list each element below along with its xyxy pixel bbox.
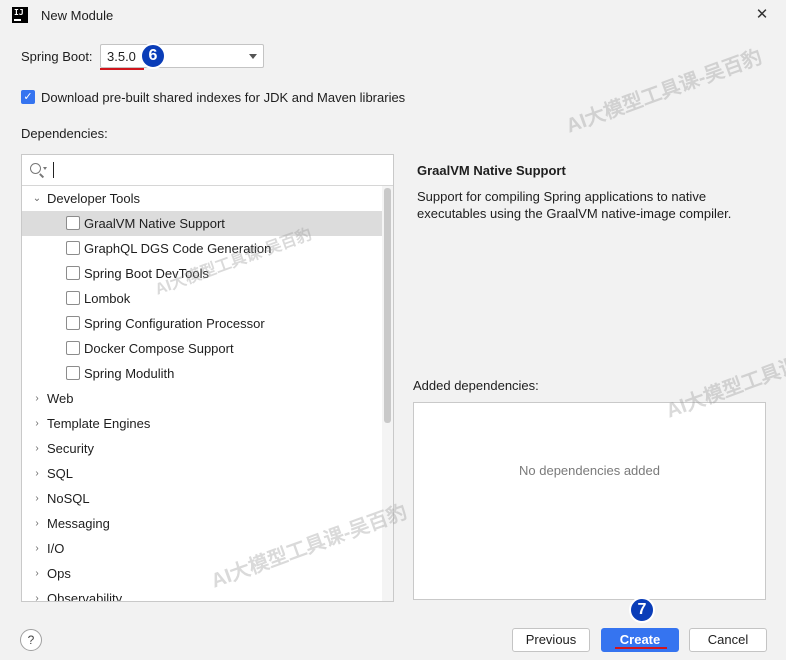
chevron-down-icon <box>249 54 257 59</box>
dependency-checkbox[interactable] <box>66 216 80 230</box>
tree-category-observability[interactable]: › Observability <box>22 586 382 602</box>
category-label: SQL <box>47 466 74 481</box>
tree-category-security[interactable]: › Security <box>22 436 382 461</box>
category-label: Messaging <box>47 516 110 531</box>
help-button[interactable]: ? <box>20 629 42 651</box>
annotation-badge-6: 6 <box>140 43 166 69</box>
dependency-checkbox[interactable] <box>66 341 80 355</box>
category-label: I/O <box>47 541 65 556</box>
chevron-right-icon[interactable]: › <box>32 536 42 561</box>
chevron-right-icon[interactable]: › <box>32 561 42 586</box>
chevron-right-icon[interactable]: › <box>32 386 42 411</box>
previous-button[interactable]: Previous <box>512 628 590 652</box>
tree-item-graalvm-native-support[interactable]: GraalVM Native Support <box>22 211 382 236</box>
intellij-app-icon: IJ <box>12 7 28 23</box>
dependency-label: Docker Compose Support <box>84 341 234 356</box>
category-label: NoSQL <box>47 491 90 506</box>
download-indexes-label[interactable]: Download pre-built shared indexes for JD… <box>41 90 405 105</box>
search-icon[interactable] <box>30 163 41 174</box>
category-label: Observability <box>47 591 123 602</box>
dependency-detail-description: Support for compiling Spring application… <box>417 189 732 221</box>
chevron-right-icon[interactable]: › <box>32 461 42 486</box>
dependency-checkbox[interactable] <box>66 316 80 330</box>
chevron-right-icon[interactable]: › <box>32 511 42 536</box>
dependency-checkbox[interactable] <box>66 266 80 280</box>
dependency-checkbox[interactable] <box>66 366 80 380</box>
chevron-right-icon[interactable]: › <box>32 586 42 601</box>
tree-category-developer-tools[interactable]: ⌄ Developer Tools <box>22 186 382 211</box>
dependency-label: GraalVM Native Support <box>84 216 225 231</box>
tree-item-lombok[interactable]: Lombok <box>22 286 382 311</box>
dependencies-label: Dependencies: <box>21 126 108 141</box>
tree-item-docker-compose-support[interactable]: Docker Compose Support <box>22 336 382 361</box>
text-cursor <box>53 162 54 178</box>
dependency-label: Spring Configuration Processor <box>84 316 265 331</box>
tree-item-spring-configuration-processor[interactable]: Spring Configuration Processor <box>22 311 382 336</box>
dependency-checkbox[interactable] <box>66 291 80 305</box>
tree-category-template-engines[interactable]: › Template Engines <box>22 411 382 436</box>
dependency-detail-title: GraalVM Native Support <box>417 163 566 178</box>
watermark: AI大模型工具课-吴百豹 <box>563 46 766 138</box>
tree-item-spring-modulith[interactable]: Spring Modulith <box>22 361 382 386</box>
added-dependencies-label: Added dependencies: <box>413 378 539 393</box>
spring-boot-label: Spring Boot: <box>21 49 93 64</box>
tree-category-nosql[interactable]: › NoSQL <box>22 486 382 511</box>
chevron-right-icon[interactable]: › <box>32 486 42 511</box>
category-label: Template Engines <box>47 416 151 431</box>
close-icon[interactable]: ✕ <box>752 4 772 26</box>
dependency-label: Spring Modulith <box>84 366 175 381</box>
dependency-search-input[interactable] <box>50 160 384 182</box>
download-indexes-checkbox[interactable]: ✓ <box>21 90 35 104</box>
cancel-button[interactable]: Cancel <box>689 628 767 652</box>
category-label: Developer Tools <box>47 191 140 206</box>
chevron-right-icon[interactable]: › <box>32 411 42 436</box>
search-options-chevron-icon[interactable] <box>43 167 47 170</box>
annotation-badge-7: 7 <box>629 597 655 623</box>
chevron-down-icon[interactable]: ⌄ <box>32 186 42 211</box>
added-dependencies-list: No dependencies added <box>413 402 766 600</box>
spring-boot-version-select[interactable]: 3.5.0 <box>100 44 264 68</box>
dependency-checkbox[interactable] <box>66 241 80 255</box>
dependency-label: Lombok <box>84 291 131 306</box>
no-dependencies-text: No dependencies added <box>519 463 660 478</box>
tree-scrollbar[interactable] <box>382 186 393 601</box>
tree-category-sql[interactable]: › SQL <box>22 461 382 486</box>
window-title: New Module <box>41 8 114 23</box>
title-bar <box>0 0 786 32</box>
annotation-underline <box>100 68 144 70</box>
tree-scrollbar-thumb[interactable] <box>384 188 391 423</box>
annotation-underline <box>615 647 667 649</box>
category-label: Security <box>47 441 94 456</box>
dependency-search-box[interactable] <box>22 155 393 186</box>
tree-category-web[interactable]: › Web <box>22 386 382 411</box>
chevron-right-icon[interactable]: › <box>32 436 42 461</box>
spring-boot-version-value: 3.5.0 <box>107 49 136 64</box>
category-label: Ops <box>47 566 71 581</box>
app-icon-text: IJ <box>14 8 24 17</box>
tree-category-ops[interactable]: › Ops <box>22 561 382 586</box>
category-label: Web <box>47 391 74 406</box>
